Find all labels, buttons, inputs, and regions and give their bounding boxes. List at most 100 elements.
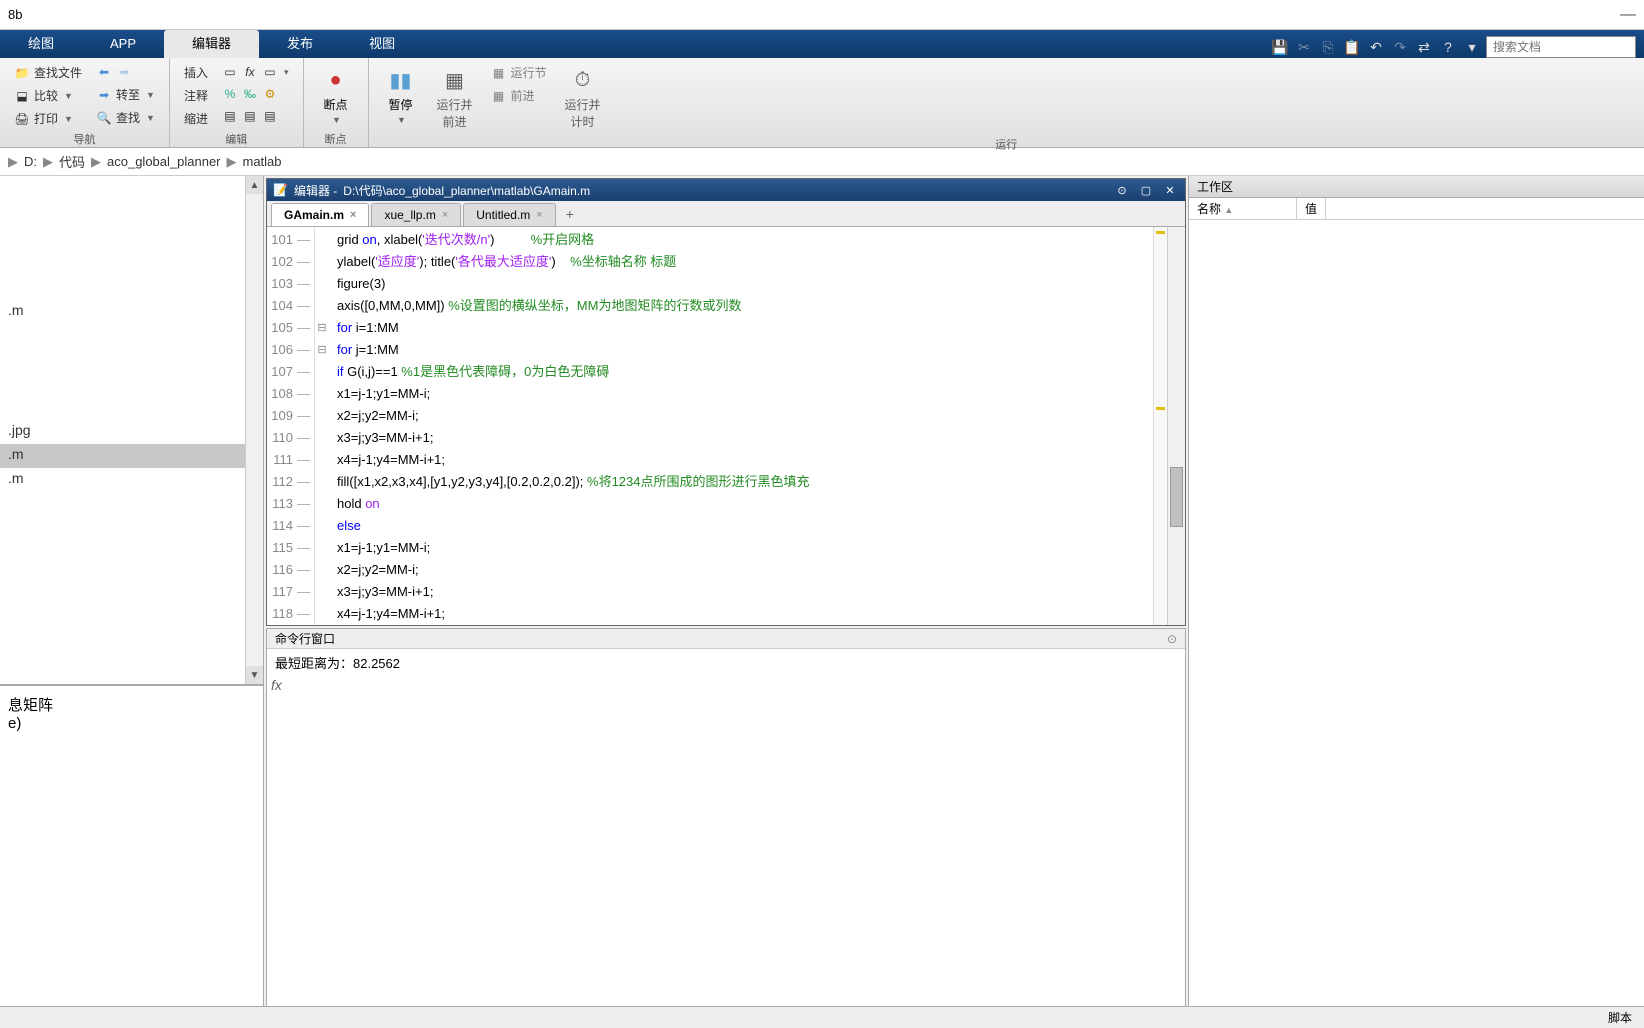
tab-editor[interactable]: 编辑器 [164,30,259,58]
file-item[interactable]: .m [0,444,263,468]
file-item[interactable] [0,396,263,420]
file-item[interactable] [0,372,263,396]
paste-icon[interactable]: 📋 [1342,37,1362,57]
scroll-thumb[interactable] [1170,467,1183,527]
editor-titlebar: 📝 编辑器 - D:\代码\aco_global_planner\matlab\… [267,179,1185,201]
search-input[interactable] [1486,36,1636,58]
file-item[interactable] [0,252,263,276]
title-text: 8b [8,7,22,22]
bc-item[interactable]: aco_global_planner [107,154,220,169]
tab-view[interactable]: 视图 [341,30,423,58]
bc-item[interactable]: 代码 [59,152,85,171]
redo-icon[interactable]: ↷ [1390,37,1410,57]
switch-icon[interactable]: ⇄ [1414,37,1434,57]
nav-back-button[interactable]: ⬅➡ [92,62,159,82]
file-list: .m.jpg.m.m ▲ ▼ [0,176,263,686]
close-icon[interactable]: ✕ [1161,182,1179,198]
file-item[interactable] [0,348,263,372]
editor-tab[interactable]: GAmain.m× [271,203,369,226]
file-item[interactable] [0,228,263,252]
tab-publish[interactable]: 发布 [259,30,341,58]
chevron-right-icon: ▶ [227,154,237,170]
dropdown-icon[interactable]: ▾ [1462,37,1482,57]
comment-button[interactable]: 注释 [180,85,212,106]
editor-body: 101—102—103—104—105—106—107—108—109—110—… [267,227,1185,625]
file-item[interactable]: .m [0,300,263,324]
status-bar: 脚本 [0,1006,1644,1028]
run-section-button[interactable]: ▦运行节 [487,62,551,83]
minimize-icon[interactable]: — [1620,6,1636,24]
workspace-col-value[interactable]: 值 [1297,198,1326,219]
print-icon: 🖨 [14,111,30,127]
dropdown-icon[interactable]: ⊙ [1113,182,1131,198]
find-files-button[interactable]: 📁查找文件 [10,62,86,83]
bc-item[interactable]: matlab [243,154,282,169]
advance-icon: ▦ [491,88,507,104]
ribbon-group-breakpoint: ● 断点 ▼ 断点 [304,58,369,147]
save-icon[interactable]: 💾 [1270,37,1290,57]
compare-button[interactable]: ⬓比较▼ [10,85,86,106]
add-tab-button[interactable]: + [558,202,582,226]
workspace-title: 工作区 [1189,176,1644,198]
advance-button[interactable]: ▦前进 [487,85,551,106]
scroll-up-icon[interactable]: ▲ [246,176,263,194]
editor-tab[interactable]: xue_llp.m× [371,203,461,226]
file-item[interactable]: .m [0,468,263,492]
pause-button[interactable]: ▮▮ 暂停 ▼ [379,62,423,129]
run-advance-button[interactable]: ▦ 运行并 前进 [429,62,481,134]
dropdown-icon[interactable]: ⊙ [1167,632,1177,646]
chevron-right-icon: ▶ [43,154,53,170]
details-panel: 息矩阵 e) [0,686,263,1028]
file-item[interactable] [0,276,263,300]
run-advance-icon: ▦ [441,66,469,94]
indent-icons[interactable]: ▤▤▤ [218,106,293,126]
close-icon[interactable]: × [442,209,448,221]
file-item[interactable] [0,180,263,204]
back-icon: ⬅ [96,64,112,80]
insert-section-icon[interactable]: ▭fx▭▾ [218,62,293,82]
scrollbar[interactable]: ▲ ▼ [245,176,263,684]
window-controls: — [1620,6,1636,24]
find-button[interactable]: 🔍查找▼ [92,107,159,128]
editor-tab[interactable]: Untitled.m× [463,203,555,226]
tab-plot[interactable]: 绘图 [0,30,82,58]
print-button[interactable]: 🖨打印▼ [10,108,86,129]
editor-scrollbar[interactable] [1167,227,1185,625]
quick-access-toolbar: 💾 ✂ ⎘ 📋 ↶ ↷ ⇄ ? ▾ [1270,36,1644,58]
breadcrumb[interactable]: ▶ D: ▶ 代码 ▶ aco_global_planner ▶ matlab [0,148,1644,176]
code-minimap[interactable] [1153,227,1167,625]
folder-search-icon: 📁 [14,65,30,81]
bc-item[interactable]: D: [24,154,37,169]
breakpoint-icon: ● [322,66,350,94]
undo-icon[interactable]: ↶ [1366,37,1386,57]
output-line: 最短距离为：82.2562 [275,653,1177,672]
workspace-col-name[interactable]: 名称 ▲ [1189,198,1297,219]
tab-app[interactable]: APP [82,30,164,58]
insert-button[interactable]: 插入 [180,62,212,83]
help-icon[interactable]: ? [1438,37,1458,57]
breakpoint-group-label: 断点 [314,129,358,147]
fold-column[interactable]: ⊟⊟ [315,227,329,625]
ribbon-tabs: 绘图 APP 编辑器 发布 视图 💾 ✂ ⎘ 📋 ↶ ↷ ⇄ ? ▾ [0,30,1644,58]
cut-icon[interactable]: ✂ [1294,37,1314,57]
line-gutter: 101—102—103—104—105—106—107—108—109—110—… [267,227,315,625]
code-area[interactable]: grid on, xlabel('迭代次数/n') %开启网格ylabel('适… [329,227,1167,625]
command-output[interactable]: 最短距离为：82.2562 fx [267,649,1185,1025]
scroll-down-icon[interactable]: ▼ [246,666,263,684]
command-prompt: fx [271,677,282,693]
compare-icon: ⬓ [14,88,30,104]
copy-icon[interactable]: ⎘ [1318,37,1338,57]
file-item[interactable] [0,204,263,228]
comment-icons[interactable]: %‰⚙ [218,84,293,104]
maximize-icon[interactable]: ▢ [1137,182,1155,198]
close-icon[interactable]: × [350,209,356,221]
goto-button[interactable]: ➡转至▼ [92,84,159,105]
ribbon-group-run: ▮▮ 暂停 ▼ ▦ 运行并 前进 ▦运行节 ▦前进 ⏱ 运行并 计时 运行 [369,58,1644,147]
file-item[interactable] [0,324,263,348]
file-item[interactable]: .jpg [0,420,263,444]
close-icon[interactable]: × [536,209,542,221]
ribbon: 📁查找文件 ⬓比较▼ 🖨打印▼ ⬅➡ ➡转至▼ 🔍查找▼ 导航 插入 注释 缩进… [0,58,1644,148]
indent-button[interactable]: 缩进 [180,108,212,129]
breakpoint-button[interactable]: ● 断点 ▼ [314,62,358,129]
run-time-button[interactable]: ⏱ 运行并 计时 [557,62,609,134]
